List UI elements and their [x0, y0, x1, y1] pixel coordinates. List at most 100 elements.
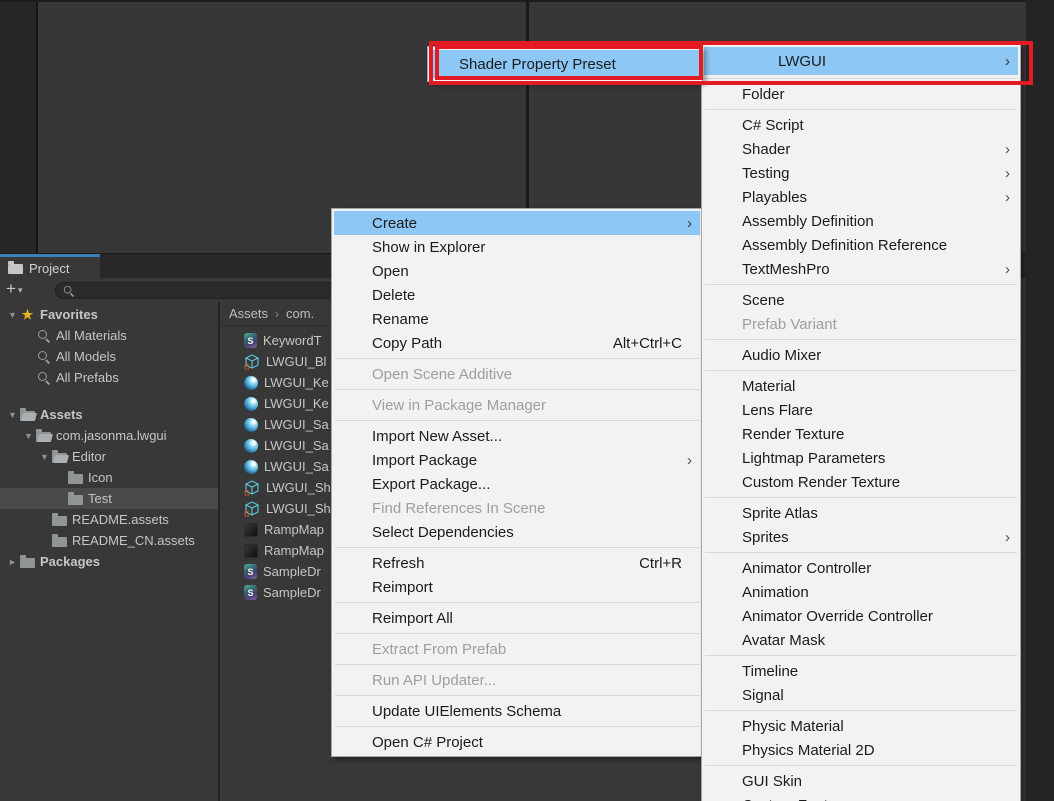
breadcrumb-assets[interactable]: Assets	[229, 306, 268, 321]
menu-item-lightmap-parameters[interactable]: Lightmap Parameters	[704, 446, 1018, 470]
sidebar-item-all-prefabs[interactable]: All Prefabs	[0, 367, 218, 388]
menu-item-custom-render-texture[interactable]: Custom Render Texture	[704, 470, 1018, 494]
sidebar-item-readme-assets[interactable]: README.assets	[0, 509, 218, 530]
menu-item-open[interactable]: Open	[334, 259, 700, 283]
sidebar-item-assets[interactable]: ▼Assets	[0, 404, 218, 425]
menu-item-animation[interactable]: Animation	[704, 580, 1018, 604]
folder-icon	[8, 264, 23, 274]
tree-item-label: All Materials	[56, 328, 127, 343]
caret-closed-icon[interactable]: ►	[6, 557, 19, 567]
menu-item-sprite-atlas[interactable]: Sprite Atlas	[704, 501, 1018, 525]
menu-item-update-uielements-schema[interactable]: Update UIElements Schema	[334, 699, 700, 723]
menu-item-label: Animator Override Controller	[742, 608, 933, 625]
menu-item-scene[interactable]: Scene	[704, 288, 1018, 312]
menu-item-label: Open C# Project	[372, 734, 483, 751]
submenu-arrow-icon: ›	[687, 216, 692, 231]
menu-item-material[interactable]: Material	[704, 374, 1018, 398]
menu-item-animator-override-controller[interactable]: Animator Override Controller	[704, 604, 1018, 628]
menu-item-testing[interactable]: Testing ›	[704, 161, 1018, 185]
sidebar-item-favorites[interactable]: ▼★Favorites	[0, 304, 218, 325]
menu-item-refresh[interactable]: RefreshCtrl+R	[334, 551, 700, 575]
menu-item-physic-material[interactable]: Physic Material	[704, 714, 1018, 738]
asset-name: LWGUI_Bl	[266, 354, 326, 369]
tree-item-label: Packages	[40, 554, 100, 569]
asset-name: LWGUI_Sh	[266, 501, 331, 516]
menu-item-reimport[interactable]: Reimport	[334, 575, 700, 599]
caret-open-icon[interactable]: ▼	[6, 410, 19, 420]
sidebar-item-all-models[interactable]: All Models	[0, 346, 218, 367]
create-asset-button[interactable]: + ▾	[6, 281, 22, 296]
submenu-arrow-icon: ›	[1005, 142, 1010, 157]
sidebar-item-icon[interactable]: Icon	[0, 467, 218, 488]
menu-item-custom-font[interactable]: Custom Font	[704, 793, 1018, 801]
menu-item-label: Delete	[372, 287, 415, 304]
menu-item-prefab-variant: Prefab Variant	[704, 312, 1018, 336]
folder-icon	[68, 495, 83, 505]
menu-item-export-package[interactable]: Export Package...	[334, 472, 700, 496]
menu-item-avatar-mask[interactable]: Avatar Mask	[704, 628, 1018, 652]
menu-item-physics-material-2d[interactable]: Physics Material 2D	[704, 738, 1018, 762]
menu-item-import-package[interactable]: Import Package›	[334, 448, 700, 472]
material-asset-icon	[244, 397, 258, 411]
menu-item-render-texture[interactable]: Render Texture	[704, 422, 1018, 446]
menu-item-rename[interactable]: Rename	[334, 307, 700, 331]
menu-item-animator-controller[interactable]: Animator Controller	[704, 556, 1018, 580]
menu-item-reimport-all[interactable]: Reimport All	[334, 606, 700, 630]
menu-item-label: Scene	[742, 292, 785, 309]
menu-item-playables[interactable]: Playables›	[704, 185, 1018, 209]
menu-item-label: Audio Mixer	[742, 347, 821, 364]
tree-icon-slot	[51, 535, 68, 547]
unity-editor-screen: Project + ▾ ▼★Favorites All Materials All …	[0, 0, 1054, 801]
menu-item-gui-skin[interactable]: GUI Skin	[704, 769, 1018, 793]
menu-separator	[705, 655, 1017, 656]
menu-item-extract-from-prefab: Extract From Prefab	[334, 637, 700, 661]
sidebar-item-packages[interactable]: ► Packages	[0, 551, 218, 572]
menu-item-signal[interactable]: Signal	[704, 683, 1018, 707]
menu-item-delete[interactable]: Delete	[334, 283, 700, 307]
menu-item-import-new-asset[interactable]: Import New Asset...	[334, 424, 700, 448]
sidebar-item-readme-cn-assets[interactable]: README_CN.assets	[0, 530, 218, 551]
menu-item-label: Run API Updater...	[372, 672, 496, 689]
menu-item-label: Copy Path	[372, 335, 442, 352]
menu-item-open-c-project[interactable]: Open C# Project	[334, 730, 700, 754]
menu-item-copy-path[interactable]: Copy PathAlt+Ctrl+C	[334, 331, 700, 355]
caret-open-icon[interactable]: ▼	[38, 452, 51, 462]
menu-item-label: Testing	[742, 165, 790, 182]
menu-item-sprites[interactable]: Sprites›	[704, 525, 1018, 549]
menu-item-show-in-explorer[interactable]: Show in Explorer	[334, 235, 700, 259]
submenu-arrow-icon: ›	[1005, 166, 1010, 181]
menu-item-textmeshpro[interactable]: TextMeshPro›	[704, 257, 1018, 281]
menu-item-create[interactable]: Create›	[334, 211, 700, 235]
menu-item-audio-mixer[interactable]: Audio Mixer	[704, 343, 1018, 367]
menu-item-shader[interactable]: Shader ›	[704, 137, 1018, 161]
asset-name: RampMap	[264, 543, 324, 558]
svg-text:{}: {}	[244, 490, 250, 496]
menu-item-assembly-definition[interactable]: Assembly Definition	[704, 209, 1018, 233]
sidebar-item-all-materials[interactable]: All Materials	[0, 325, 218, 346]
sidebar-item-test[interactable]: Test	[0, 488, 218, 509]
menu-item-label: Playables	[742, 189, 807, 206]
sidebar-item-com-jasonma-lwgui[interactable]: ▼com.jasonma.lwgui	[0, 425, 218, 446]
caret-open-icon[interactable]: ▼	[22, 431, 35, 441]
menu-item-c-script[interactable]: C# Script	[704, 113, 1018, 137]
menu-item-assembly-definition-reference[interactable]: Assembly Definition Reference	[704, 233, 1018, 257]
menu-item-label: Animator Controller	[742, 560, 871, 577]
menu-item-label: Render Texture	[742, 426, 844, 443]
menu-item-timeline[interactable]: Timeline	[704, 659, 1018, 683]
open-folder-icon	[52, 453, 67, 463]
search-icon	[37, 350, 50, 363]
tab-project-label: Project	[29, 261, 69, 276]
svg-text:{}: {}	[244, 511, 250, 517]
tab-project[interactable]: Project	[0, 254, 100, 279]
breadcrumb-folder[interactable]: com.	[286, 306, 314, 321]
sidebar-item-editor[interactable]: ▼Editor	[0, 446, 218, 467]
menu-item-label: Shader	[742, 141, 790, 158]
menu-item-label: Extract From Prefab	[372, 641, 506, 658]
menu-item-select-dependencies[interactable]: Select Dependencies	[334, 520, 700, 544]
menu-item-folder[interactable]: Folder	[704, 82, 1018, 106]
texture-asset-icon	[244, 523, 258, 537]
chevron-right-icon: ›	[275, 307, 279, 321]
caret-open-icon[interactable]: ▼	[6, 310, 19, 320]
menu-item-lens-flare[interactable]: Lens Flare	[704, 398, 1018, 422]
menu-separator	[335, 602, 699, 603]
